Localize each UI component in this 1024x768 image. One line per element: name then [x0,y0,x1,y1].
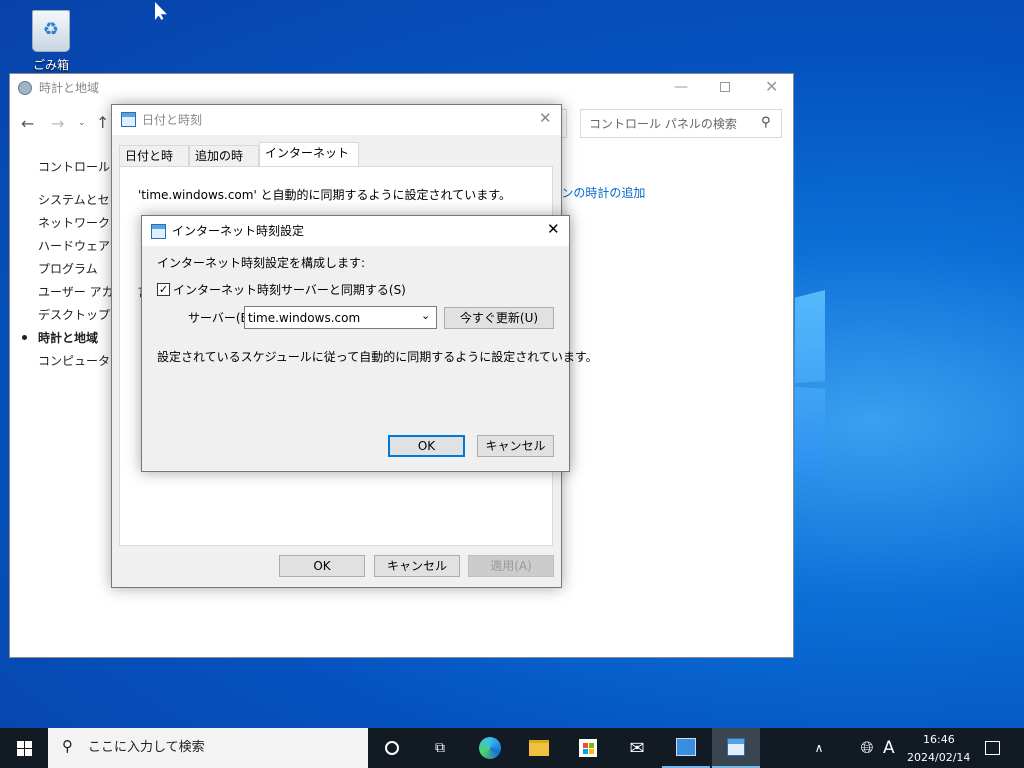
tab-internet-time[interactable]: インターネット時刻 [259,142,359,180]
tab-date-time[interactable]: 日付と時刻 [119,145,189,183]
search-icon[interactable]: ⚲ [761,116,771,129]
internet-time-icon [151,224,166,239]
internet-time-dialog: インターネット時刻設定 ✕ インターネット時刻設定を構成します: ✓ インターネ… [141,215,598,472]
taskbar-search-box[interactable]: ⚲ ここに入力して検索 [48,728,368,768]
search-icon: ⚲ [62,737,73,755]
windows-logo-icon [16,740,32,756]
mouse-cursor [155,2,167,20]
file-explorer-icon[interactable] [515,728,563,768]
control-panel-taskbar-icon[interactable] [662,728,710,768]
server-value[interactable]: time.windows.com [248,312,360,324]
back-button[interactable]: ← [21,116,34,132]
close-button[interactable]: ✕ [765,79,778,95]
chevron-down-icon[interactable]: ⌄ [421,310,430,321]
datetime-close-button[interactable]: ✕ [539,111,552,126]
datetime-title: 日付と時刻 [142,113,203,127]
wallpaper-logo [795,290,825,480]
clock-date[interactable]: 2024/02/14 [907,752,970,763]
config-heading: インターネット時刻設定を構成します: [157,256,366,270]
sidebar-item-active[interactable]: 時計と地域 [38,332,98,344]
sync-checkbox-label[interactable]: インターネット時刻サーバーと同期する(S) [173,284,406,296]
clock-app-icon [18,81,32,95]
show-hidden-icons-chevron[interactable]: ∧ [795,728,843,768]
search-box[interactable]: コントロール パネルの検索 ⚲ [580,109,782,138]
datetime-titlebar: 日付と時刻 ✕ [112,105,561,135]
cancel-button[interactable]: キャンセル [477,435,554,457]
datetime-taskbar-icon[interactable] [712,728,760,768]
clock-time[interactable]: 16:46 [923,734,955,745]
cortana-icon[interactable] [368,728,416,768]
window-title: 時計と地域 [39,81,100,95]
start-button[interactable] [0,728,48,768]
tab-additional-clocks[interactable]: 追加の時計 [189,145,259,183]
cancel-button[interactable]: キャンセル [374,555,460,577]
recent-dropdown[interactable]: ⌄ [78,119,86,128]
internet-time-titlebar: インターネット時刻設定 ✕ [142,216,569,246]
internet-time-title: インターネット時刻設定 [172,224,305,238]
up-button[interactable]: ↑ [96,115,109,131]
search-input[interactable]: コントロール パネルの検索 [589,118,737,130]
apply-button[interactable]: 適用(A) [468,555,554,577]
edge-icon[interactable] [466,728,514,768]
ok-button[interactable]: OK [388,435,465,457]
datetime-icon [121,112,136,127]
maximize-button[interactable] [720,82,730,92]
sidebar-item[interactable]: プログラム [38,263,98,275]
ok-button[interactable]: OK [279,555,365,577]
active-bullet [22,335,27,340]
server-combobox[interactable]: time.windows.com ⌄ [244,306,437,329]
tab-strip: 日付と時刻 追加の時計 インターネット時刻 [119,142,559,183]
schedule-text: 設定されているスケジュールに従って自動的に同期するように設定されています。 [157,350,598,364]
ime-indicator[interactable]: A [883,740,895,757]
recycle-bin-icon[interactable]: ♻ [32,10,70,52]
update-now-button[interactable]: 今すぐ更新(U) [444,307,554,329]
task-view-icon[interactable]: ⧉ [416,728,464,768]
add-clock-link[interactable]: ーンの時計の追加 [550,187,645,199]
notification-icon[interactable] [968,728,1016,768]
sync-status-text: 'time.windows.com' と自動的に同期するように設定されています。 [138,188,512,202]
forward-button[interactable]: → [51,116,64,132]
sync-checkbox[interactable]: ✓ [157,283,170,296]
taskbar-search-input[interactable]: ここに入力して検索 [88,741,205,754]
store-icon[interactable] [564,728,612,768]
internet-time-close-button[interactable]: ✕ [547,222,560,237]
mail-icon[interactable]: ✉ [613,728,661,768]
minimize-button[interactable]: — [674,80,688,94]
recycle-bin-label[interactable]: ごみ箱 [33,59,69,71]
